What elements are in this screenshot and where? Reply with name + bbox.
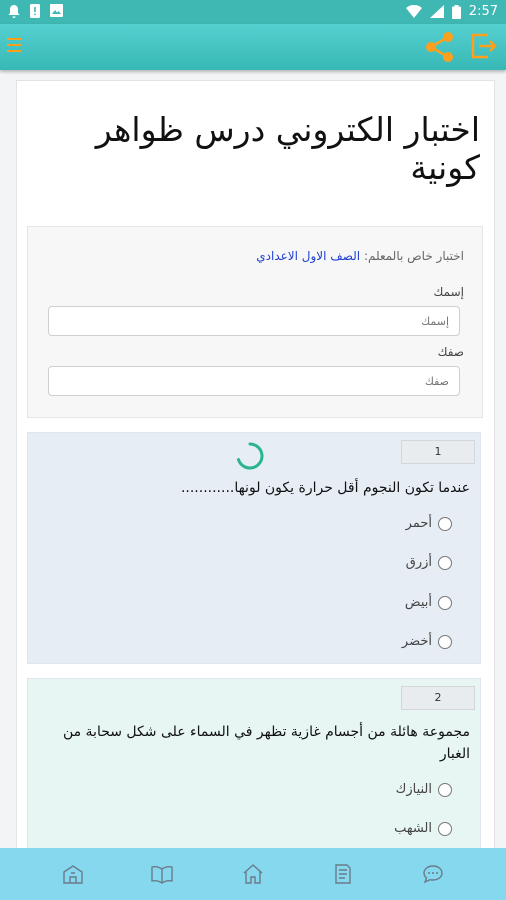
option-4[interactable]: أخضر [402,634,452,649]
chat-icon[interactable] [421,862,445,886]
option-1[interactable]: النيازك [396,782,452,797]
option-label: أزرق [405,555,432,570]
question-number: 1 [401,440,475,464]
share-icon[interactable] [424,31,456,63]
radio-button[interactable] [438,634,452,649]
status-time: 2:57 [468,4,498,19]
radio-button[interactable] [438,821,452,836]
question-card-2: 2 مجموعة هائلة من أجسام غازية تظهر في ال… [27,678,481,851]
bottom-nav [0,848,506,900]
radio-button[interactable] [438,516,452,531]
notification-bell-icon [8,5,20,18]
battery-icon [451,4,461,19]
signal-icon [429,5,444,18]
class-label: صفك [437,345,464,359]
status-bar: 2:57 [0,0,506,24]
option-2[interactable]: الشهب [394,821,452,836]
name-label: إسمك [433,285,464,299]
home-icon[interactable] [241,862,265,886]
option-1[interactable]: أحمر [406,516,452,531]
question-text: عندما تكون النجوم أقل حرارة يكون لونها..… [180,480,470,496]
class-name: الصف الاول الاعدادي [256,249,361,263]
radio-button[interactable] [438,555,452,570]
image-icon [50,4,63,17]
question-number: 2 [401,686,475,710]
question-text: مجموعة هائلة من أجسام غازية تظهر في السم… [62,724,470,762]
page-title: اختبار الكتروني درس ظواهر كونية [95,110,480,187]
class-input[interactable] [48,366,460,396]
option-label: أبيض [404,595,432,610]
teacher-line: اختبار خاص بالمعلم: الصف الاول الاعدادي [256,249,464,263]
option-label: أحمر [405,516,432,531]
radio-button[interactable] [438,595,452,610]
quiz-content: اختبار الكتروني درس ظواهر كونية اختبار خ… [16,80,495,852]
app-bar [0,24,506,70]
notes-icon[interactable] [331,862,355,886]
wifi-icon [405,5,422,18]
school-icon[interactable] [61,862,85,886]
sim-alert-icon [30,4,40,18]
loading-spinner-icon [237,442,264,470]
option-label: أخضر [401,634,432,649]
book-icon[interactable] [150,862,174,886]
menu-icon[interactable] [7,38,21,54]
teacher-prefix: اختبار خاص بالمعلم: [363,249,464,263]
exit-icon[interactable] [470,32,498,60]
option-label: الشهب [394,821,432,836]
option-2[interactable]: أزرق [406,555,452,570]
option-label: النيازك [395,782,432,797]
question-card-1: 1 عندما تكون النجوم أقل حرارة يكون لونها… [27,432,481,664]
option-3[interactable]: أبيض [405,595,452,610]
student-info-panel: اختبار خاص بالمعلم: الصف الاول الاعدادي … [27,226,483,418]
name-input[interactable] [48,306,460,336]
radio-button[interactable] [438,782,452,797]
